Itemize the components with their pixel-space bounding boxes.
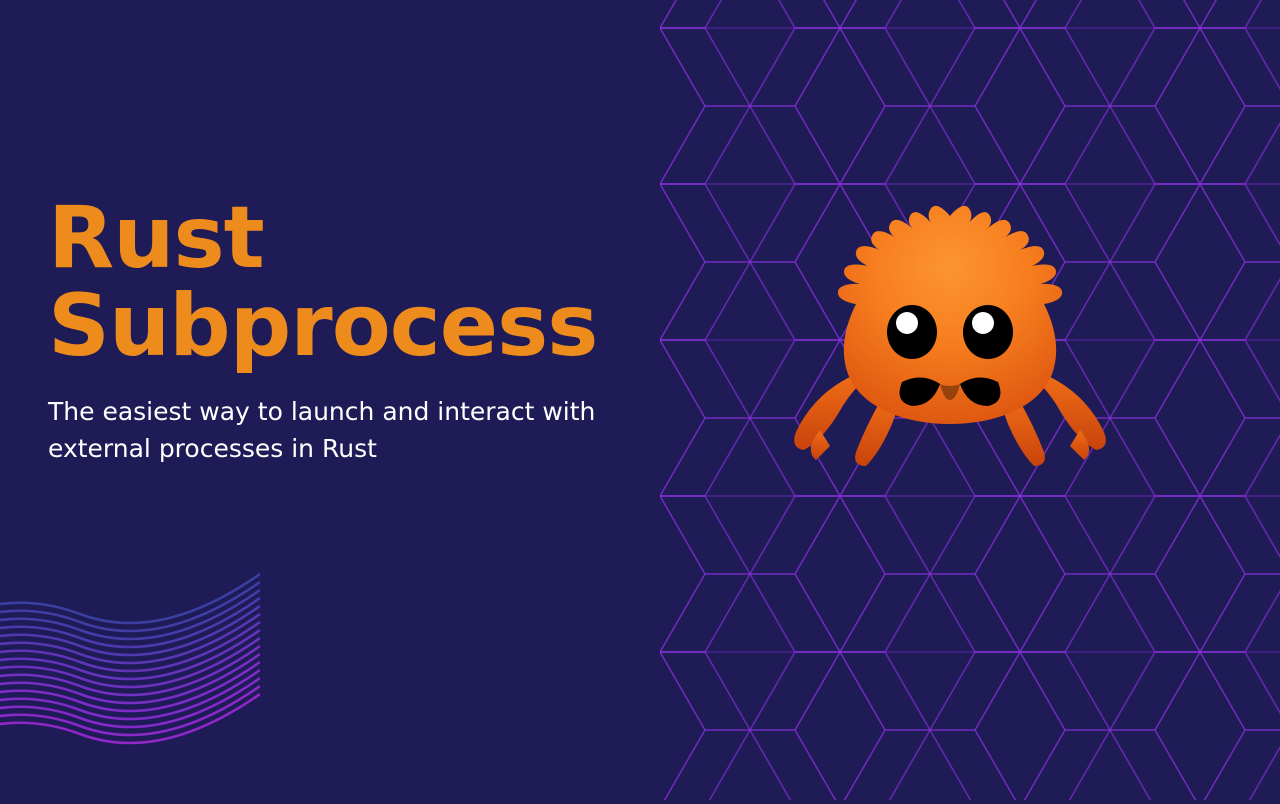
title-line-1: Rust (48, 188, 264, 288)
title-line-2: Subprocess (48, 276, 597, 376)
wave-lines-decoration (0, 530, 260, 760)
hero-content: Rust Subprocess The easiest way to launc… (48, 195, 648, 467)
page-subtitle: The easiest way to launch and interact w… (48, 394, 648, 467)
ferris-crab-icon (760, 180, 1140, 480)
page-title: Rust Subprocess (48, 195, 648, 370)
